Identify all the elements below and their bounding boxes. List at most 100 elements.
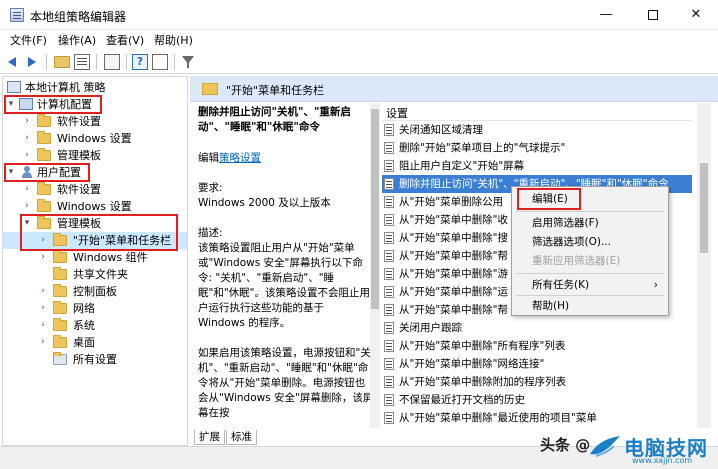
- toolbar-separator: [96, 54, 97, 70]
- tab-extended[interactable]: 扩展: [194, 430, 225, 445]
- edit-policy-link[interactable]: 策略设置: [219, 152, 261, 164]
- collapse-arrow-icon[interactable]: ›: [22, 113, 32, 130]
- tree-item[interactable]: › 软件设置: [3, 113, 187, 130]
- policy-title: 删除并阻止访问"关机"、"重新启动"、"睡眠"和"休眠"命令: [198, 106, 351, 133]
- tree-item[interactable]: › Windows 组件: [3, 249, 187, 266]
- policy-setting-icon: [384, 124, 394, 136]
- collapse-arrow-icon[interactable]: ›: [38, 317, 48, 334]
- collapse-arrow-icon[interactable]: ›: [38, 249, 48, 266]
- table-row[interactable]: 从"开始"菜单中删除"网络连接": [382, 355, 692, 373]
- menu-file[interactable]: 文件(F): [10, 32, 47, 48]
- tree-item[interactable]: › Windows 设置: [3, 198, 187, 215]
- table-row[interactable]: 关闭用户跟踪: [382, 319, 692, 337]
- tree-pane: 本地计算机 策略 ▾ 计算机配置 › 软件设置 › Windows 设置 › 管…: [2, 76, 188, 446]
- setting-label: 从"开始"菜单中删除附加的程序列表: [399, 376, 567, 388]
- table-row[interactable]: 关闭通知区域清理: [382, 121, 692, 139]
- policy-setting-icon: [384, 322, 394, 334]
- setting-label: 从"开始"菜单中删除"帮: [399, 250, 508, 262]
- scrollbar-thumb[interactable]: [371, 109, 379, 309]
- tree-item[interactable]: › 桌面: [3, 334, 187, 351]
- folder-icon: [53, 335, 67, 348]
- menu-separator: [516, 273, 664, 274]
- tree-item[interactable]: › 网络: [3, 300, 187, 317]
- close-button[interactable]: ✕: [674, 0, 718, 30]
- tree-item[interactable]: › 系统: [3, 317, 187, 334]
- collapse-arrow-icon[interactable]: ›: [38, 300, 48, 317]
- view-icon[interactable]: [152, 54, 168, 70]
- collapse-arrow-icon[interactable]: ›: [22, 181, 32, 198]
- setting-label: 从"开始"菜单中删除"搜: [399, 232, 508, 244]
- menu-item-enable-filter[interactable]: 启用筛选器(F): [512, 214, 668, 233]
- menu-view[interactable]: 查看(V): [106, 32, 144, 48]
- forward-icon[interactable]: [24, 54, 40, 70]
- collapse-arrow-icon[interactable]: ›: [22, 147, 32, 164]
- minimize-button[interactable]: —: [584, 0, 628, 30]
- tree-label: Windows 设置: [57, 200, 132, 213]
- collapse-arrow-icon[interactable]: ›: [38, 334, 48, 351]
- setting-label: 从"开始"菜单中删除"所有程序"列表: [399, 340, 566, 352]
- maximize-button[interactable]: [631, 0, 675, 30]
- table-row[interactable]: 从"开始"菜单中删除"最近使用的项目"菜单: [382, 409, 692, 427]
- window-title: 本地组策略编辑器: [30, 10, 127, 24]
- tab-standard[interactable]: 标准: [226, 430, 257, 445]
- tree-item[interactable]: › Windows 设置: [3, 130, 187, 147]
- export-list-icon[interactable]: [104, 54, 120, 70]
- tree-root[interactable]: 本地计算机 策略: [3, 79, 187, 96]
- policy-setting-icon: [384, 304, 394, 316]
- column-header-settings[interactable]: 设置: [382, 103, 692, 121]
- tree-label: 共享文件夹: [73, 268, 128, 281]
- menu-item-filter-options[interactable]: 筛选器选项(O)...: [512, 233, 668, 252]
- menu-separator: [516, 295, 664, 296]
- collapse-arrow-icon[interactable]: ›: [22, 130, 32, 147]
- submenu-arrow-icon: ›: [653, 279, 658, 291]
- column-title: 设置: [386, 107, 408, 120]
- watermark-url: www.xajjn.com: [632, 456, 693, 465]
- back-icon[interactable]: [6, 54, 22, 70]
- table-row[interactable]: 从"开始"菜单中删除附加的程序列表: [382, 373, 692, 391]
- watermark: 头条 @ 电脑技网 www.xajjn.com: [540, 430, 718, 469]
- enable-text: 如果启用该策略设置，电源按钮和"关机"、"重新启动"、"睡眠"和"休眠"命令将从…: [198, 347, 374, 419]
- show-hide-tree-icon[interactable]: [74, 54, 90, 70]
- filter-icon[interactable]: [180, 54, 196, 70]
- tree-item[interactable]: › 控制面板: [3, 283, 187, 300]
- tree-item[interactable]: 所有设置: [3, 351, 187, 368]
- description-label: 描述:: [198, 227, 223, 239]
- folder-icon: [37, 148, 51, 161]
- tree-label: Windows 设置: [57, 132, 132, 145]
- collapse-arrow-icon[interactable]: ›: [38, 283, 48, 300]
- table-row[interactable]: 阻止用户自定义"开始"屏幕: [382, 157, 692, 175]
- setting-label: 从"开始"菜单中删除"帮: [399, 304, 508, 316]
- highlight-box: [4, 95, 102, 114]
- folder-icon: [53, 301, 67, 314]
- tree-item[interactable]: 共享文件夹: [3, 266, 187, 283]
- folder-icon: [53, 284, 67, 297]
- menu-help[interactable]: 帮助(H): [154, 32, 193, 48]
- setting-label: 关闭通知区域清理: [399, 124, 483, 136]
- policy-editor-icon: [10, 8, 24, 22]
- table-row[interactable]: 从"开始"菜单中删除"所有程序"列表: [382, 337, 692, 355]
- description-scrollbar[interactable]: [370, 103, 380, 428]
- table-row[interactable]: 不保留最近打开文档的历史: [382, 391, 692, 409]
- menu-item-all-tasks[interactable]: 所有任务(K) ›: [512, 276, 668, 295]
- scrollbar-thumb[interactable]: [700, 163, 708, 253]
- edit-prefix: 编辑: [198, 152, 219, 164]
- help-icon[interactable]: ?: [132, 54, 148, 70]
- setting-label: 关闭用户跟踪: [399, 322, 462, 334]
- collapse-arrow-icon[interactable]: ›: [22, 198, 32, 215]
- requirement-value: Windows 2000 及以上版本: [198, 197, 331, 209]
- requirement-label: 要求:: [198, 182, 223, 194]
- up-folder-icon[interactable]: [54, 56, 70, 68]
- folder-icon: [53, 318, 67, 331]
- tree-item[interactable]: › 软件设置: [3, 181, 187, 198]
- policy-setting-icon: [384, 340, 394, 352]
- tree-label: 网络: [73, 302, 95, 315]
- title-bar: 本地组策略编辑器 — ✕: [0, 0, 718, 30]
- settings-scrollbar[interactable]: [697, 103, 711, 428]
- tree-label: 软件设置: [57, 183, 101, 196]
- tree-root-label: 本地计算机 策略: [25, 81, 106, 94]
- menu-item-help[interactable]: 帮助(H): [512, 297, 668, 316]
- table-row[interactable]: 删除"开始"菜单项目上的"气球提示": [382, 139, 692, 157]
- menu-action[interactable]: 操作(A): [58, 32, 96, 48]
- policy-setting-icon: [384, 178, 394, 190]
- tree-item[interactable]: › 管理模板: [3, 147, 187, 164]
